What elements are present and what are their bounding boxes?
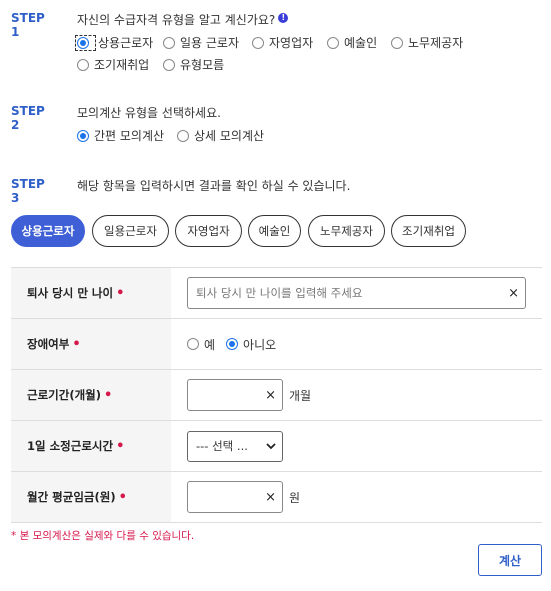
row-disability: 장애여부 • 예 아니오 — [11, 319, 542, 370]
hours-label-text: 1일 소정근로시간 — [27, 439, 114, 453]
step2-question: 모의계산 유형을 선택하세요. — [77, 106, 221, 120]
period-label-text: 근로기간(개월) — [27, 388, 101, 402]
radio-icon[interactable] — [77, 58, 89, 71]
tab-jayeong[interactable]: 자영업자 — [175, 215, 242, 247]
step1-option-label: 유형모름 — [180, 58, 225, 72]
step1-option-2[interactable]: 자영업자 — [252, 34, 313, 51]
step1-option-5[interactable]: 조기재취업 — [77, 56, 149, 73]
step1-option-label: 일용 근로자 — [180, 36, 240, 50]
radio-icon[interactable] — [177, 129, 189, 142]
step1-option-0-focus — [75, 34, 96, 51]
clear-icon[interactable]: × — [265, 490, 276, 505]
step1-option-1[interactable]: 일용 근로자 — [163, 34, 239, 51]
wage-label: 월간 평균임금(원) • — [11, 472, 171, 522]
hours-cell: --- 선택 ... — [171, 421, 542, 471]
disability-option-yes[interactable]: 예 — [187, 336, 215, 353]
required-mark: • — [72, 336, 81, 352]
hours-select[interactable]: --- 선택 ... — [187, 430, 283, 462]
disclaimer-note: * 본 모의계산은 실제와 다를 수 있습니다. — [11, 530, 195, 542]
tab-yesul[interactable]: 예술인 — [248, 215, 301, 247]
wage-unit: 원 — [289, 490, 301, 505]
radio-selected-icon[interactable] — [77, 36, 89, 49]
step1-option-3[interactable]: 예술인 — [327, 34, 377, 51]
disability-option-label: 아니오 — [243, 337, 277, 352]
hours-select-value: --- 선택 ... — [196, 439, 248, 453]
radio-icon[interactable] — [163, 36, 175, 49]
step1-option-6[interactable]: 유형모름 — [163, 56, 224, 73]
radio-icon[interactable] — [187, 338, 199, 350]
period-unit: 개월 — [289, 388, 312, 403]
step2-option-label: 상세 모의계산 — [194, 129, 265, 143]
step1-label: STEP 1 — [11, 11, 45, 39]
step2-label: STEP 2 — [11, 104, 45, 132]
step1-option-0[interactable]: 상용근로자 — [75, 34, 154, 51]
step1-option-label: 자영업자 — [269, 36, 314, 50]
required-mark: • — [104, 387, 113, 403]
info-icon[interactable]: ! — [278, 13, 289, 23]
step1-question-text: 자신의 수급자격 유형을 알고 계신가요? — [77, 13, 276, 27]
tab-nomu[interactable]: 노무제공자 — [308, 215, 385, 247]
calculate-button[interactable]: 계산 — [478, 544, 542, 576]
age-cell: 퇴사 당시 만 나이를 입력해 주세요 × — [171, 268, 542, 318]
disability-label-text: 장애여부 — [27, 337, 70, 351]
required-mark: • — [116, 438, 125, 454]
calc-form: 퇴사 당시 만 나이 • 퇴사 당시 만 나이를 입력해 주세요 × 장애여부 • … — [11, 267, 542, 523]
radio-icon[interactable] — [252, 36, 264, 49]
radio-selected-icon[interactable] — [226, 338, 239, 350]
period-input[interactable]: × — [187, 379, 283, 411]
step2-option-1[interactable]: 상세 모의계산 — [177, 127, 264, 144]
step2-option-0[interactable]: 간편 모의계산 — [77, 127, 164, 144]
disability-label: 장애여부 • — [11, 319, 171, 369]
step2-option-label: 간편 모의계산 — [94, 129, 165, 143]
tab-jogi[interactable]: 조기재취업 — [391, 215, 466, 247]
radio-icon[interactable] — [391, 36, 403, 49]
step1-option-4[interactable]: 노무제공자 — [391, 34, 463, 51]
row-period: 근로기간(개월) • × 개월 — [11, 370, 542, 421]
step3-question: 해당 항목을 입력하시면 결과를 확인 하실 수 있습니다. — [77, 179, 351, 193]
wage-input[interactable]: × — [187, 481, 283, 513]
row-wage: 월간 평균임금(원) • × 원 — [11, 472, 542, 523]
required-mark: • — [118, 489, 127, 505]
disability-option-no[interactable]: 아니오 — [226, 336, 276, 353]
age-input-placeholder: 퇴사 당시 만 나이를 입력해 주세요 — [196, 286, 363, 300]
period-label: 근로기간(개월) • — [11, 370, 171, 420]
period-cell: × 개월 — [171, 370, 542, 420]
disability-cell: 예 아니오 — [171, 319, 542, 369]
tab-sangyong[interactable]: 상용근로자 — [11, 215, 85, 247]
radio-icon[interactable] — [327, 36, 339, 49]
step1-question: 자신의 수급자격 유형을 알고 계신가요?! — [77, 11, 289, 28]
disability-option-label: 예 — [204, 337, 216, 352]
row-hours: 1일 소정근로시간 • --- 선택 ... — [11, 421, 542, 472]
wage-cell: × 원 — [171, 472, 542, 522]
age-label: 퇴사 당시 만 나이 • — [11, 268, 171, 318]
radio-icon[interactable] — [163, 58, 175, 71]
age-label-text: 퇴사 당시 만 나이 — [27, 286, 114, 300]
row-age: 퇴사 당시 만 나이 • 퇴사 당시 만 나이를 입력해 주세요 × — [11, 268, 542, 319]
radio-selected-icon[interactable] — [77, 129, 89, 142]
clear-icon[interactable]: × — [508, 286, 519, 301]
step3-label: STEP 3 — [11, 177, 45, 205]
step1-option-label: 노무제공자 — [408, 36, 464, 50]
clear-icon[interactable]: × — [265, 388, 276, 403]
step1-option-label: 조기재취업 — [94, 58, 150, 72]
tab-ilyong[interactable]: 일용근로자 — [92, 215, 169, 247]
step1-option-label: 예술인 — [344, 36, 378, 50]
wage-label-text: 월간 평균임금(원) — [27, 490, 116, 504]
hours-label: 1일 소정근로시간 • — [11, 421, 171, 471]
step1-option-label: 상용근로자 — [98, 36, 154, 50]
required-mark: • — [116, 285, 125, 301]
age-input[interactable]: 퇴사 당시 만 나이를 입력해 주세요 × — [187, 277, 526, 309]
chevron-down-icon — [266, 443, 276, 450]
